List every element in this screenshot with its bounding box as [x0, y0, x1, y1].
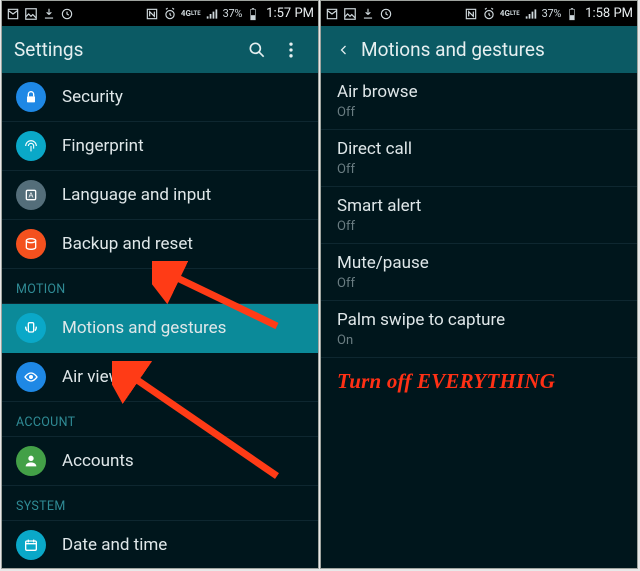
status-right-icons: 4GLTE 37% 1:57 PM — [145, 6, 314, 21]
status-bar: 4GLTE 37% 1:58 PM — [321, 1, 637, 26]
action-bar: Settings — [2, 26, 318, 73]
section-header: ACCOUNT — [2, 402, 318, 437]
svg-text:A: A — [29, 191, 34, 200]
back-button[interactable] — [333, 40, 355, 60]
battery-text: 37% — [542, 7, 562, 20]
settings-row-airview[interactable]: Air view — [2, 353, 318, 402]
lte-icon: 4GLTE — [500, 7, 520, 21]
annotation-text: Turn off EVERYTHING — [337, 369, 555, 394]
toggle-state: Off — [337, 276, 621, 292]
section-header: SYSTEM — [2, 486, 318, 521]
language-icon: A — [16, 180, 46, 210]
toggle-label: Direct call — [337, 138, 621, 160]
settings-row-language[interactable]: A Language and input — [2, 171, 318, 220]
battery-text: 37% — [223, 7, 243, 20]
picture-icon — [343, 7, 357, 21]
overflow-button[interactable] — [274, 33, 308, 67]
nfc-icon — [464, 7, 478, 21]
status-bar: 4GLTE 37% 1:57 PM — [2, 1, 318, 26]
toggle-state: Off — [337, 162, 621, 178]
toggle-row-airbrowse[interactable]: Air browse Off — [321, 73, 637, 130]
toggle-row-palmswipe[interactable]: Palm swipe to capture On — [321, 301, 637, 358]
settings-row-fingerprint[interactable]: Fingerprint — [2, 122, 318, 171]
toggle-label: Air browse — [337, 81, 621, 103]
row-label: Accounts — [62, 451, 134, 471]
row-label: Motions and gestures — [62, 318, 226, 338]
fingerprint-icon — [16, 131, 46, 161]
battery-icon — [246, 7, 260, 21]
search-button[interactable] — [240, 33, 274, 67]
phone-right: 4GLTE 37% 1:58 PM Motions and gestures A… — [320, 0, 638, 569]
battery-icon — [565, 7, 579, 21]
status-left-icons — [325, 7, 393, 21]
toggle-state: Off — [337, 105, 621, 121]
sync-icon — [379, 7, 393, 21]
clock-text: 1:58 PM — [585, 6, 633, 21]
row-label: Fingerprint — [62, 136, 144, 156]
row-label: Date and time — [62, 535, 167, 555]
toggle-row-mutepause[interactable]: Mute/pause Off — [321, 244, 637, 301]
action-bar: Motions and gestures — [321, 26, 637, 73]
section-header: MOTION — [2, 269, 318, 304]
airview-icon — [16, 362, 46, 392]
row-label: Backup and reset — [62, 234, 193, 254]
status-left-icons — [6, 7, 74, 21]
download-icon — [361, 7, 375, 21]
picture-icon — [24, 7, 38, 21]
alarm-icon — [163, 7, 177, 21]
toggle-label: Mute/pause — [337, 252, 621, 274]
toggles-list: Air browse Off Direct call Off Smart alert Of… — [321, 73, 637, 358]
clock-text: 1:57 PM — [266, 6, 314, 21]
page-title: Motions and gestures — [361, 38, 627, 61]
toggle-label: Smart alert — [337, 195, 621, 217]
mail-icon — [325, 7, 339, 21]
signal-icon — [205, 7, 219, 21]
row-label: Language and input — [62, 185, 211, 205]
canvas: 4GLTE 37% 1:57 PM Settings Security Finge… — [0, 0, 640, 571]
toggle-label: Palm swipe to capture — [337, 309, 621, 331]
status-right-icons: 4GLTE 37% 1:58 PM — [464, 6, 633, 21]
toggle-state: On — [337, 333, 621, 349]
settings-row-datetime[interactable]: Date and time — [2, 521, 318, 569]
lte-icon: 4GLTE — [181, 7, 201, 21]
settings-row-motions[interactable]: Motions and gestures — [2, 304, 318, 353]
lock-icon — [16, 82, 46, 112]
nfc-icon — [145, 7, 159, 21]
settings-list: Security Fingerprint A Language and input Ba… — [2, 73, 318, 569]
sync-icon — [60, 7, 74, 21]
mail-icon — [6, 7, 20, 21]
toggle-row-smartalert[interactable]: Smart alert Off — [321, 187, 637, 244]
signal-icon — [524, 7, 538, 21]
accounts-icon — [16, 446, 46, 476]
settings-row-accounts[interactable]: Accounts — [2, 437, 318, 486]
toggle-row-directcall[interactable]: Direct call Off — [321, 130, 637, 187]
download-icon — [42, 7, 56, 21]
row-label: Air view — [62, 367, 121, 387]
page-title: Settings — [14, 38, 240, 61]
backup-icon — [16, 229, 46, 259]
motions-icon — [16, 313, 46, 343]
toggle-state: Off — [337, 219, 621, 235]
phone-left: 4GLTE 37% 1:57 PM Settings Security Finge… — [1, 0, 319, 569]
datetime-icon — [16, 530, 46, 560]
row-label: Security — [62, 87, 123, 107]
settings-row-backup[interactable]: Backup and reset — [2, 220, 318, 269]
alarm-icon — [482, 7, 496, 21]
settings-row-security[interactable]: Security — [2, 73, 318, 122]
